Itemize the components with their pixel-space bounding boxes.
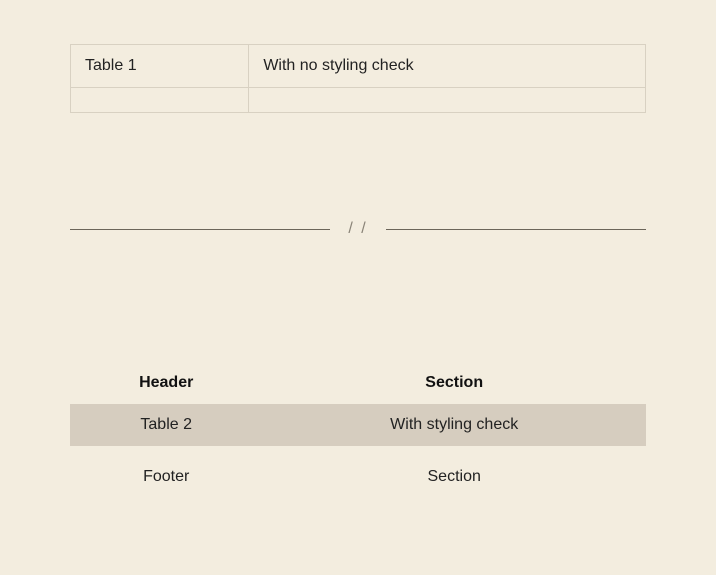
header-cell: Header [70, 362, 262, 404]
table-row: Table 2 With styling check [70, 404, 646, 446]
divider-line-right [386, 229, 646, 230]
footer-cell: Section [262, 446, 646, 498]
cell: With no styling check [249, 45, 646, 88]
table-row [71, 88, 646, 113]
cell: Table 2 [70, 404, 262, 446]
cell: With styling check [262, 404, 646, 446]
table-row: Table 1 With no styling check [71, 45, 646, 88]
divider-mark: / / [330, 220, 385, 238]
plain-table: Table 1 With no styling check [70, 44, 646, 113]
page-content: Table 1 With no styling check / / Header… [0, 44, 716, 498]
cell [249, 88, 646, 113]
header-cell: Section [262, 362, 646, 404]
section-divider: / / [70, 228, 646, 230]
styled-table-wrap: Header Section Table 2 With styling chec… [70, 362, 646, 498]
cell [71, 88, 249, 113]
table-head-row: Header Section [70, 362, 646, 404]
styled-table: Header Section Table 2 With styling chec… [70, 362, 646, 498]
footer-cell: Footer [70, 446, 262, 498]
divider-line-left [70, 229, 330, 230]
cell: Table 1 [71, 45, 249, 88]
table-foot-row: Footer Section [70, 446, 646, 498]
